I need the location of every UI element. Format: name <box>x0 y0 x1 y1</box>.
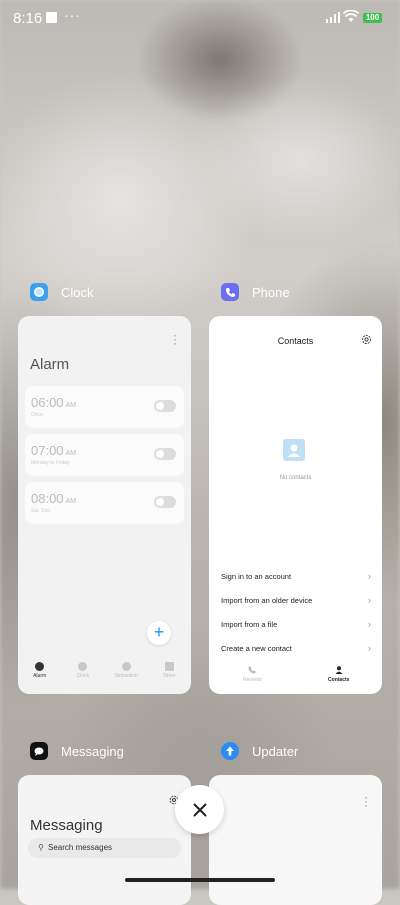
phone-app-header[interactable]: Phone <box>221 283 290 301</box>
add-alarm-button[interactable]: + <box>147 621 171 645</box>
updater-app-header[interactable]: Updater <box>221 742 298 760</box>
phone-tab-bar: Recents Contacts <box>209 666 382 688</box>
import-older-device-option[interactable]: Import from an older device › <box>221 595 371 605</box>
messaging-app-name: Messaging <box>61 743 124 759</box>
recents-phone-icon <box>248 666 256 674</box>
contacts-person-icon <box>335 666 343 674</box>
status-bar: 8:16 ··· 100 <box>0 0 400 36</box>
clock-tab-bar: Alarm Clock Stopwatch Timer <box>18 662 191 688</box>
alarm-time: 08:00 AM <box>31 491 77 506</box>
tab-clock[interactable]: Clock <box>61 662 104 688</box>
alarm-time: 06:00 AM <box>31 395 77 410</box>
contacts-title: Contacts <box>277 336 314 346</box>
no-contacts-label: No contacts <box>279 475 312 481</box>
wifi-icon <box>343 10 359 22</box>
messaging-app-header[interactable]: Messaging <box>30 742 124 760</box>
stopwatch-icon <box>121 662 131 671</box>
tab-alarm[interactable]: Alarm <box>18 662 61 688</box>
chevron-right-icon: › <box>368 595 371 605</box>
chevron-right-icon: › <box>368 643 371 653</box>
phone-app-name: Phone <box>252 284 290 300</box>
create-contact-option[interactable]: Create a new contact › <box>221 643 371 653</box>
gear-icon[interactable] <box>361 334 372 345</box>
chevron-right-icon: › <box>368 619 371 629</box>
alarm-repeat: Monday to Friday <box>31 460 70 466</box>
alarm-item[interactable]: 08:00 AM Sat, Sun <box>25 482 184 524</box>
more-notifications-icon: ··· <box>64 7 81 23</box>
clock-app-card[interactable]: · · · Alarm 06:00 AM Once 07:00 AM Monday to… <box>18 316 191 694</box>
empty-contacts-icon <box>283 439 305 461</box>
tab-recents[interactable]: Recents <box>209 666 296 688</box>
alarm-repeat: Once <box>31 412 43 418</box>
tab-stopwatch[interactable]: Stopwatch <box>105 662 148 688</box>
phone-app-card[interactable]: Contacts No contacts Sign in to an accou… <box>209 316 382 694</box>
clock-app-name: Clock <box>61 284 94 300</box>
timer-icon <box>164 662 174 671</box>
chevron-right-icon: › <box>368 571 371 581</box>
search-placeholder: Search messages <box>48 843 113 852</box>
alarm-title: Alarm <box>30 356 70 373</box>
tab-contacts[interactable]: Contacts <box>296 666 383 688</box>
alarm-item[interactable]: 07:00 AM Monday to Friday <box>25 434 184 476</box>
messaging-app-card[interactable]: Messaging ⚲ Search messages <box>18 775 191 905</box>
updater-app-card[interactable]: · · · <box>209 775 382 905</box>
messaging-app-icon <box>30 742 48 760</box>
clock-app-header[interactable]: Clock <box>30 283 94 301</box>
import-file-option[interactable]: Import from a file › <box>221 619 371 629</box>
alarm-toggle[interactable] <box>154 496 176 508</box>
home-indicator[interactable] <box>125 878 275 882</box>
search-input[interactable]: ⚲ Search messages <box>28 838 181 858</box>
alarm-icon <box>35 662 45 671</box>
messaging-title: Messaging <box>30 817 103 834</box>
plus-icon: + <box>153 622 165 642</box>
alarm-repeat: Sat, Sun <box>31 508 51 514</box>
clear-all-button[interactable] <box>175 785 224 834</box>
alarm-toggle[interactable] <box>154 448 176 460</box>
updater-app-icon <box>221 742 239 760</box>
search-icon: ⚲ <box>38 843 44 852</box>
alarm-item[interactable]: 06:00 AM Once <box>25 386 184 428</box>
tab-timer[interactable]: Timer <box>148 662 191 688</box>
battery-indicator: 100 <box>363 13 382 23</box>
more-options-icon[interactable]: · · · <box>173 329 177 349</box>
phone-app-icon <box>221 283 239 301</box>
clock-app-icon <box>30 283 48 301</box>
updater-app-name: Updater <box>252 743 299 759</box>
close-icon <box>193 803 206 816</box>
signal-icon <box>326 12 340 23</box>
alarm-toggle[interactable] <box>154 400 176 412</box>
clock-icon <box>78 662 88 671</box>
notification-icon <box>46 12 57 23</box>
more-options-icon[interactable]: · · · <box>364 791 368 811</box>
status-time: 8:16 <box>13 10 43 27</box>
alarm-time: 07:00 AM <box>31 443 77 458</box>
sign-in-account-option[interactable]: Sign in to an account › <box>221 571 371 581</box>
